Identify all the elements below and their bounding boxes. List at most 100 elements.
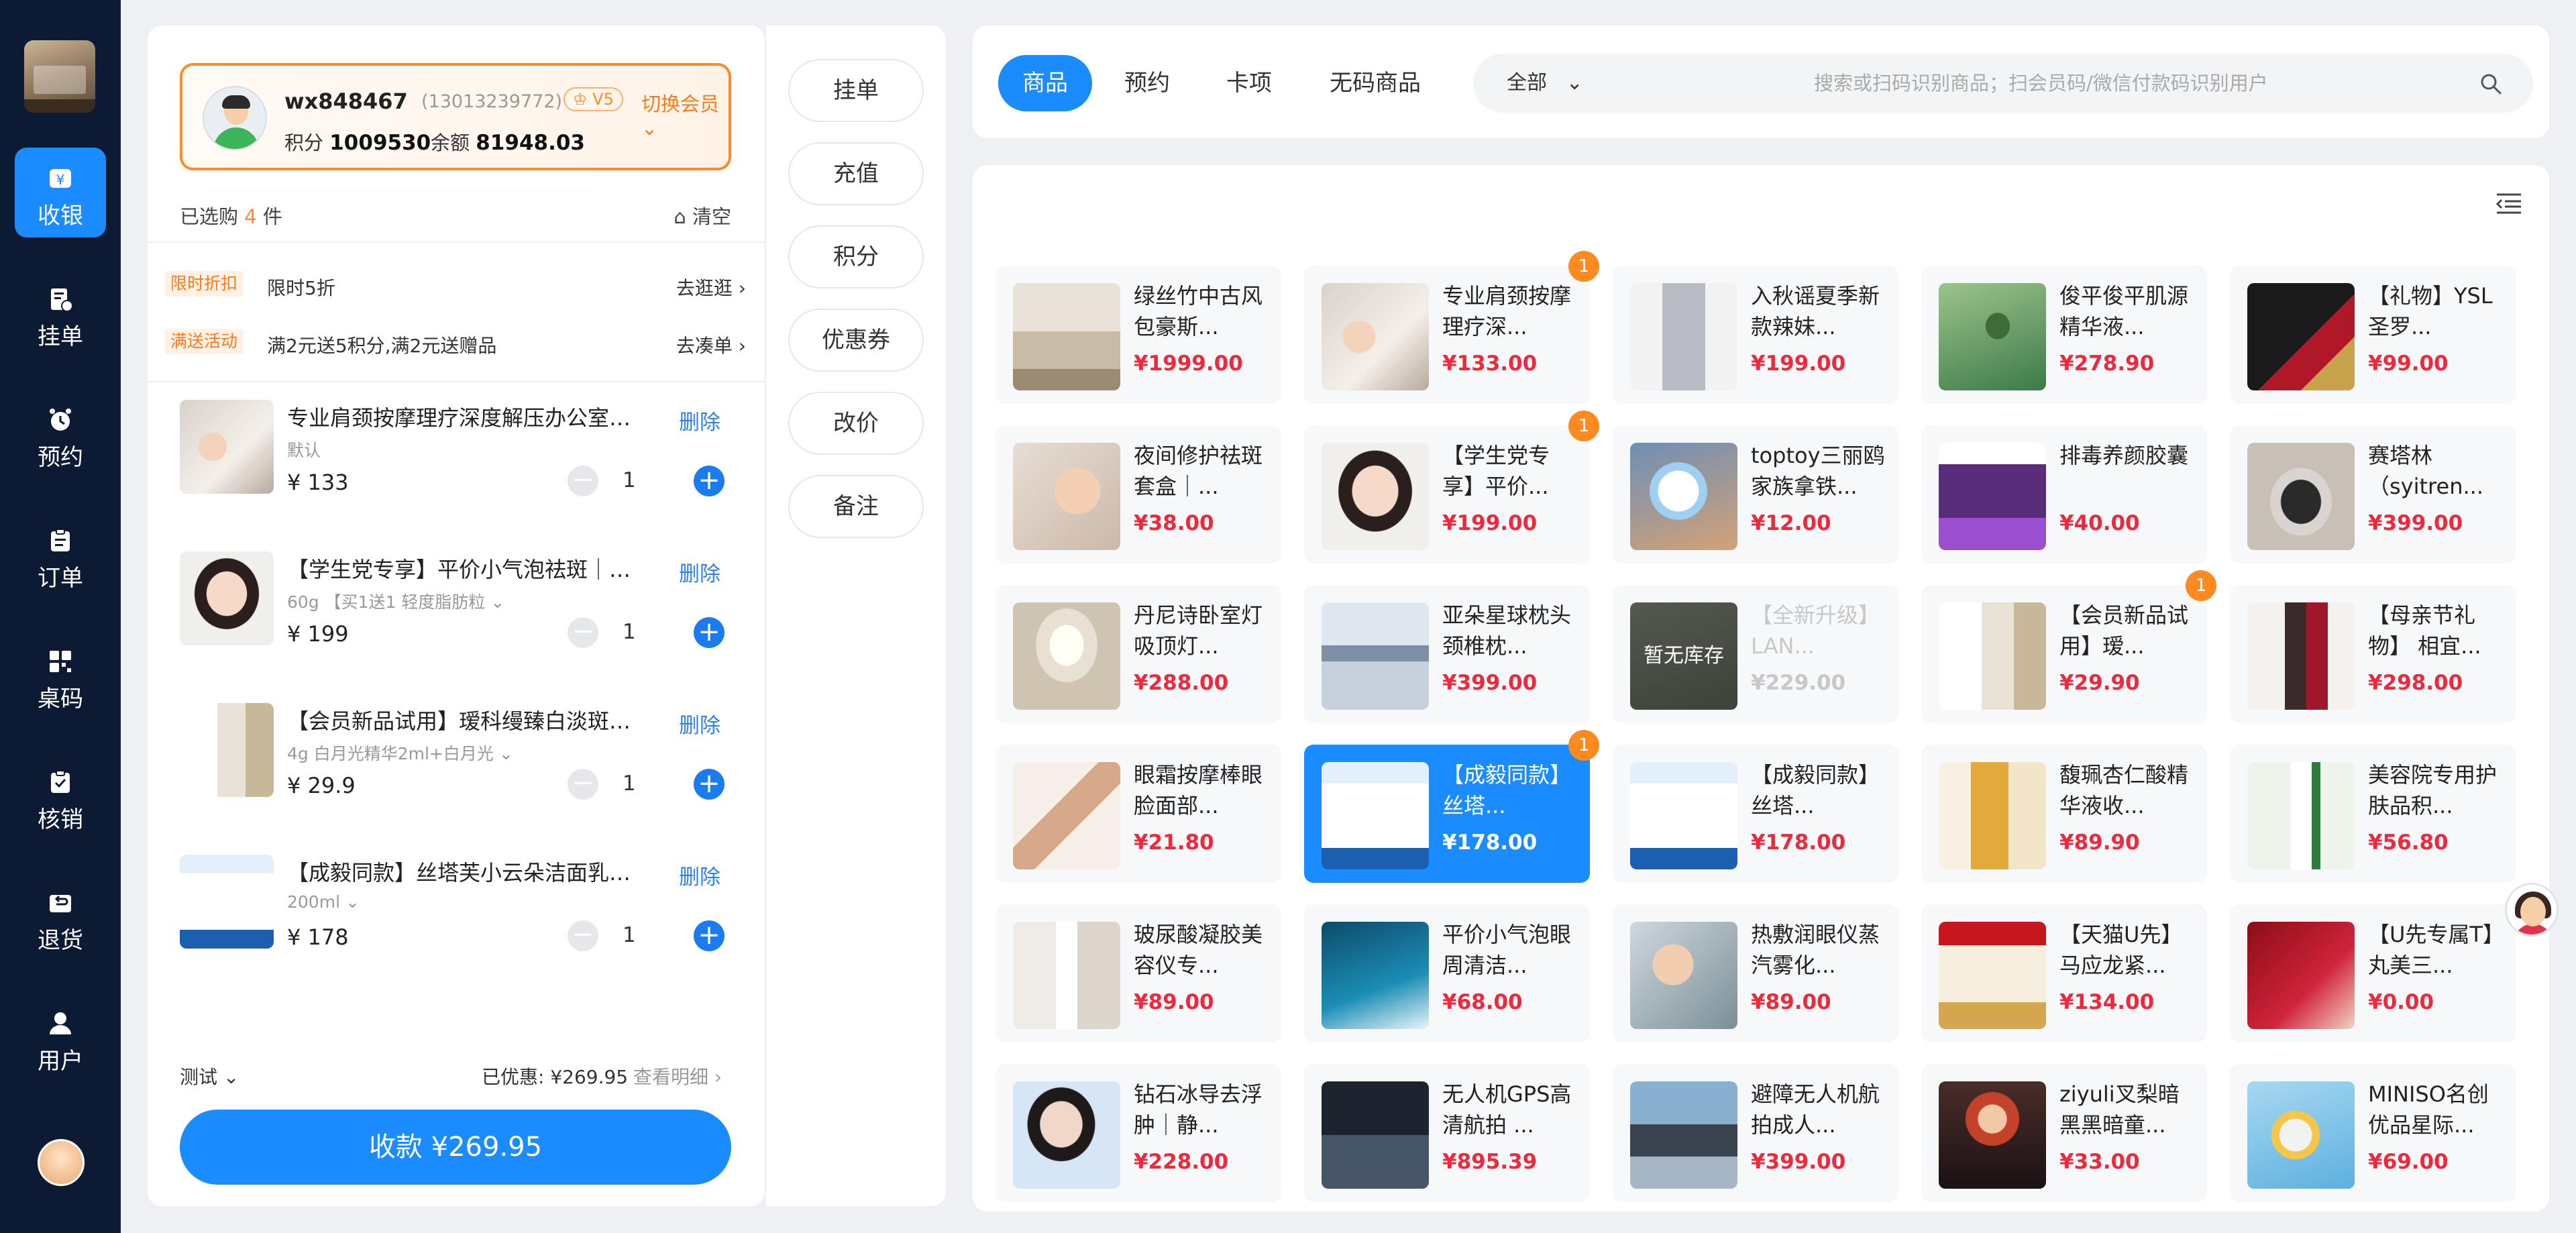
tab-2[interactable]: 预约 (1100, 55, 1194, 111)
product-card[interactable]: 美容院专用护肤品积... ¥56.80 (2230, 745, 2516, 883)
quantity-value[interactable]: 1 (623, 923, 636, 947)
quantity-increase-button[interactable]: + (694, 466, 724, 496)
product-name: 专业肩颈按摩理疗深... (1442, 283, 1572, 339)
product-card[interactable]: 【成毅同款】丝塔... ¥178.00 1 (1304, 730, 1599, 883)
product-card[interactable]: ziyuli叉梨暗黑黑暗童... ¥33.00 (1921, 1064, 2207, 1202)
product-card[interactable]: 平价小气泡眼周清洁... ¥68.00 (1304, 904, 1590, 1042)
balance-label: 余额 (431, 131, 470, 154)
action-button-6[interactable]: 备注 (788, 475, 924, 538)
product-name: 【全新升级】LAN... (1751, 602, 1880, 659)
product-card[interactable]: 专业肩颈按摩理疗深... ¥133.00 1 (1304, 251, 1599, 404)
product-card[interactable]: 夜间修护祛斑套盒｜... ¥38.00 (996, 425, 1281, 564)
staff-select[interactable]: 测试 ⌄ (180, 1063, 239, 1089)
quantity-increase-button[interactable]: + (694, 769, 724, 800)
cart-item-spec[interactable]: 200ml ⌄ (287, 892, 542, 912)
product-card[interactable]: 【礼物】YSL圣罗... ¥99.00 (2230, 266, 2516, 404)
tab-1[interactable]: 商品 (998, 55, 1092, 111)
product-card[interactable]: 丹尼诗卧室灯吸顶灯... ¥288.00 (996, 585, 1281, 723)
list-view-icon[interactable] (2496, 192, 2522, 215)
switch-member-button[interactable]: 切换会员 ⌄ (641, 89, 729, 140)
promo-link[interactable]: 去凑单 › (676, 331, 746, 358)
sidebar-item-7[interactable]: 退货 (15, 872, 106, 962)
sidebar-item-2[interactable]: 挂单 (15, 268, 106, 358)
product-price: ¥40.00 (2059, 511, 2140, 535)
quantity-decrease-button[interactable]: − (568, 617, 598, 648)
quantity-decrease-button[interactable]: − (568, 466, 598, 496)
product-name: ziyuli叉梨暗黑黑暗童... (2059, 1081, 2180, 1138)
quantity-value[interactable]: 1 (623, 620, 636, 644)
search-icon[interactable] (2479, 72, 2502, 95)
promo-row[interactable]: 满送活动 满2元送5积分,满2元送赠品 去凑单 › (165, 322, 746, 362)
category-select[interactable]: 全部 ⌄ (1507, 54, 1583, 113)
delete-button[interactable]: 删除 (679, 860, 720, 890)
product-card[interactable]: 馥珮杏仁酸精华液收... ¥89.90 (1921, 745, 2207, 883)
out-of-stock-label: 暂无库存 (1630, 602, 1737, 710)
product-card[interactable]: 避障无人机航拍成人... ¥399.00 (1613, 1064, 1898, 1202)
action-button-3[interactable]: 积分 (788, 225, 924, 288)
product-card[interactable]: 俊平俊平肌源精华液... ¥278.90 (1921, 266, 2207, 404)
assistant-avatar[interactable] (2505, 883, 2559, 936)
operator-avatar[interactable] (38, 1139, 85, 1186)
product-card[interactable]: 【U先专属T】丸美三... ¥0.00 (2230, 904, 2516, 1042)
member-card[interactable]: wx848467 (13013239772) ♔ V5 切换会员 ⌄ 积分 10… (180, 63, 731, 170)
product-name: 【U先专属T】丸美三... (2368, 922, 2493, 978)
staff-name: 测试 (180, 1066, 218, 1088)
product-card[interactable]: 眼霜按摩棒眼脸面部... ¥21.80 (996, 745, 1281, 883)
product-card[interactable]: 排毒养颜胶囊 ¥40.00 (1921, 425, 2207, 564)
quantity-decrease-button[interactable]: − (568, 920, 598, 951)
delete-button[interactable]: 删除 (679, 405, 720, 435)
quantity-decrease-button[interactable]: − (568, 769, 598, 800)
product-card[interactable]: 钻石冰导去浮肿｜静... ¥228.00 (996, 1064, 1281, 1202)
promo-row[interactable]: 限时折扣 限时5折 去逛逛 › (165, 264, 746, 305)
sidebar-item-5[interactable]: 桌码 (15, 631, 106, 720)
sidebar-item-3[interactable]: 预约 (15, 389, 106, 479)
product-card[interactable]: 【天猫U先】马应龙紧... ¥134.00 (1921, 904, 2207, 1042)
quantity-value[interactable]: 1 (623, 468, 636, 492)
product-card[interactable]: 玻尿酸凝胶美容仪专... ¥89.00 (996, 904, 1281, 1042)
tab-4[interactable]: 无码商品 (1305, 55, 1445, 111)
action-button-1[interactable]: 挂单 (788, 59, 924, 122)
action-button-5[interactable]: 改价 (788, 392, 924, 455)
search-input[interactable]: 搜索或扫码识别商品；扫会员码/微信付款码识别用户 (1814, 54, 2268, 113)
quantity-increase-button[interactable]: + (694, 617, 724, 648)
sidebar-item-1[interactable]: ¥ 收银 (15, 148, 106, 237)
cart-item-spec[interactable]: 4g 白月光精华2ml+白月光 ⌄ (287, 741, 542, 765)
product-card[interactable]: 【学生党专享】平价... ¥199.00 1 (1304, 411, 1599, 564)
product-card[interactable]: toptoy三丽鸥家族拿铁... ¥12.00 (1613, 425, 1898, 564)
quantity-value[interactable]: 1 (623, 771, 636, 796)
sidebar-item-8[interactable]: 用户 (15, 993, 106, 1083)
product-card[interactable]: 【会员新品试用】瑷... ¥29.90 1 (1921, 570, 2216, 723)
product-card[interactable]: 热敷润眼仪蒸汽雾化... ¥89.00 (1613, 904, 1898, 1042)
clear-cart-button[interactable]: ⌂ 清空 (674, 201, 731, 229)
quantity-increase-button[interactable]: + (694, 920, 724, 951)
product-name: 钻石冰导去浮肿｜静... (1134, 1081, 1263, 1138)
delete-button[interactable]: 删除 (679, 557, 720, 587)
product-image (1322, 762, 1429, 869)
sidebar-item-4[interactable]: 订单 (15, 510, 106, 600)
view-detail-link[interactable]: 查看明细 › (633, 1063, 722, 1089)
promo-text: 限时5折 (267, 277, 335, 299)
action-button-2[interactable]: 充值 (788, 142, 924, 205)
product-card[interactable]: 亚朵星球枕头颈椎枕... ¥399.00 (1304, 585, 1590, 723)
action-button-4[interactable]: 优惠券 (788, 309, 924, 372)
tab-3[interactable]: 卡项 (1202, 55, 1296, 111)
product-card[interactable]: MINISO名创优品星际... ¥69.00 (2230, 1064, 2516, 1202)
product-card[interactable]: 赛塔林（syitren... ¥399.00 (2230, 425, 2516, 564)
points-label: 积分 (284, 131, 324, 154)
delete-button[interactable]: 删除 (679, 708, 720, 739)
product-card[interactable]: 入秋谣夏季新款辣妹... ¥199.00 (1613, 266, 1898, 404)
product-card[interactable]: 绿丝竹中古风包豪斯... ¥1999.00 (996, 266, 1281, 404)
checkout-button[interactable]: 收款 ¥269.95 (180, 1110, 731, 1185)
product-card[interactable]: 暂无库存 【全新升级】LAN... ¥229.00 (1613, 585, 1898, 723)
product-card[interactable]: 【母亲节礼物】 相宜... ¥298.00 (2230, 585, 2516, 723)
product-image (1013, 922, 1120, 1029)
cart-item-spec[interactable]: 60g 【买1送1 轻度脂肪粒 ⌄ (287, 589, 542, 613)
product-card[interactable]: 无人机GPS高清航拍 ... ¥895.39 (1304, 1064, 1590, 1202)
product-name: 丹尼诗卧室灯吸顶灯... (1134, 602, 1263, 659)
product-image (1013, 1081, 1120, 1189)
promo-text: 满2元送5积分,满2元送赠品 (267, 335, 497, 357)
sidebar-item-6[interactable]: 核销 (15, 751, 106, 841)
promo-link[interactable]: 去逛逛 › (676, 274, 746, 301)
product-card[interactable]: 【成毅同款】丝塔... ¥178.00 (1613, 745, 1898, 883)
member-level: V5 (592, 90, 614, 109)
